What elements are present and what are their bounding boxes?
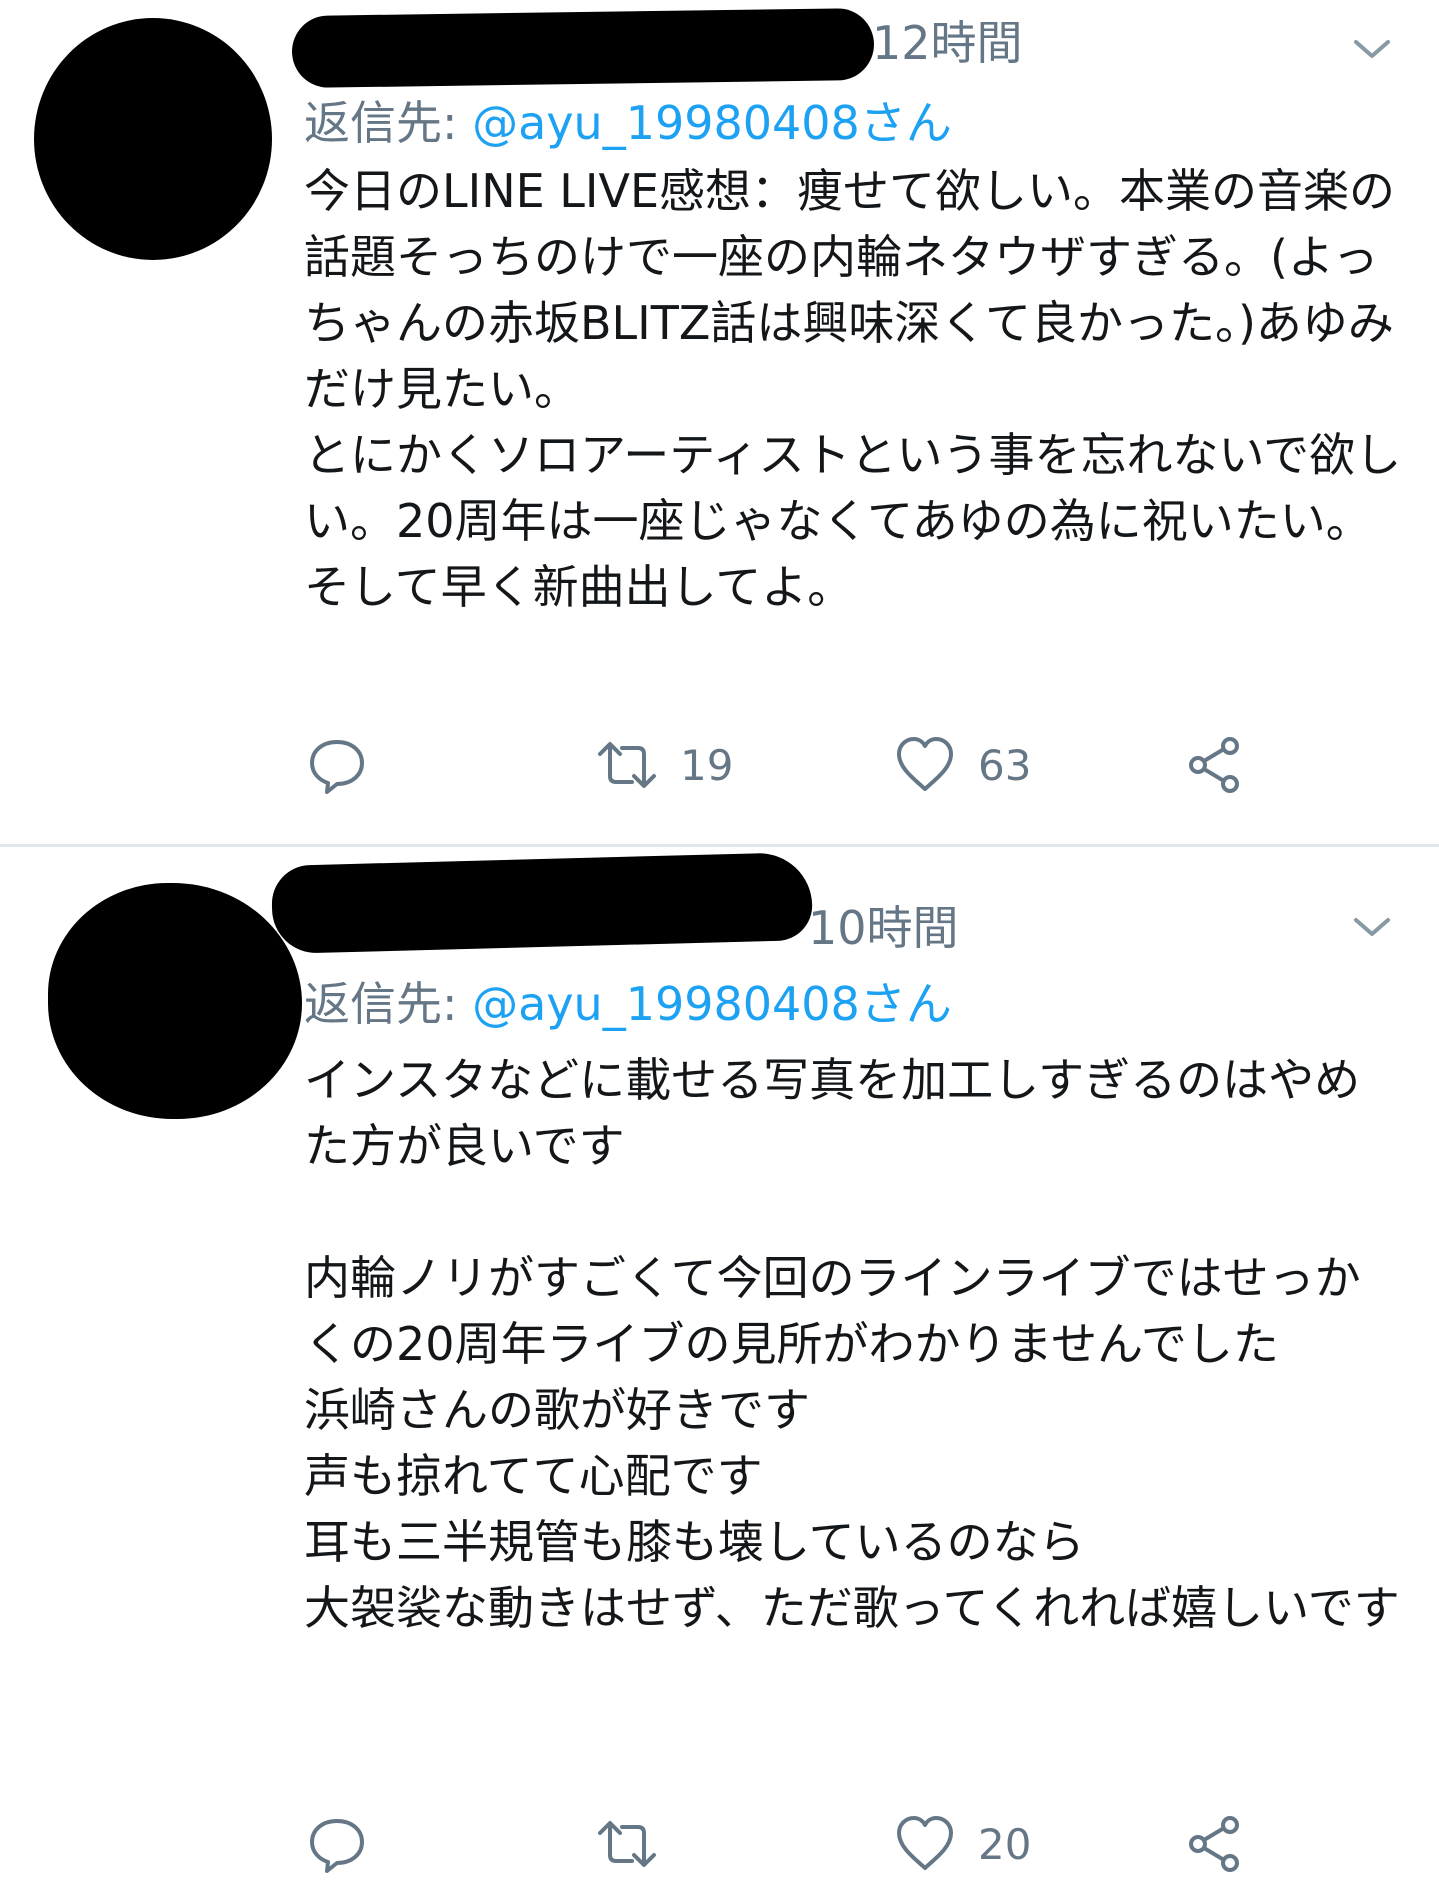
retweet-count: 19 bbox=[680, 740, 734, 790]
reply-to-line: 返信先: @ayu_19980408さん bbox=[304, 981, 952, 1027]
retweet-button[interactable] bbox=[596, 1809, 680, 1879]
share-icon bbox=[1189, 737, 1239, 793]
chevron-down-icon[interactable] bbox=[1350, 912, 1394, 942]
tweet[interactable]: 12時間 返信先: @ayu_19980408さん 今日のLINE LIVE感想… bbox=[0, 0, 1439, 845]
tweet-actions: 19 63 bbox=[304, 730, 1304, 800]
heart-icon bbox=[897, 737, 953, 791]
reply-to-handle-link[interactable]: @ayu_19980408さん bbox=[472, 96, 952, 150]
avatar[interactable] bbox=[48, 883, 302, 1119]
retweet-icon bbox=[598, 742, 656, 788]
retweet-button[interactable]: 19 bbox=[596, 730, 733, 800]
retweet-icon bbox=[598, 1821, 656, 1867]
tweet-text: 今日のLINE LIVE感想：痩せて欲しい。本業の音楽の話題そっちのけで一座の内… bbox=[304, 164, 1402, 614]
tweet-timestamp[interactable]: 12時間 bbox=[872, 20, 1023, 66]
share-icon bbox=[1189, 1816, 1239, 1872]
reply-to-label: 返信先: bbox=[304, 977, 473, 1031]
chevron-down-icon[interactable] bbox=[1350, 34, 1394, 64]
heart-icon bbox=[897, 1816, 953, 1870]
tweet-actions: 20 bbox=[304, 1809, 1304, 1879]
like-button[interactable]: 63 bbox=[894, 730, 1031, 800]
reply-icon bbox=[310, 1819, 364, 1873]
avatar[interactable] bbox=[34, 18, 272, 260]
tweet-timestamp[interactable]: 10時間 bbox=[808, 905, 959, 951]
share-button[interactable] bbox=[1184, 1809, 1246, 1879]
tweet[interactable]: 10時間 返信先: @ayu_19980408さん インスタなどに載せる写真を加… bbox=[0, 847, 1439, 1884]
redacted-user-name bbox=[270, 851, 814, 955]
redacted-user-name bbox=[291, 7, 875, 89]
share-button[interactable] bbox=[1184, 730, 1246, 800]
like-button[interactable]: 20 bbox=[894, 1809, 1031, 1879]
reply-button[interactable] bbox=[306, 1809, 368, 1879]
like-count: 20 bbox=[978, 1819, 1032, 1869]
reply-to-line: 返信先: @ayu_19980408さん bbox=[304, 100, 952, 146]
reply-to-handle-link[interactable]: @ayu_19980408さん bbox=[472, 977, 952, 1031]
reply-button[interactable] bbox=[306, 730, 368, 800]
like-count: 63 bbox=[978, 740, 1032, 790]
tweet-text: インスタなどに載せる写真を加工しすぎるのはやめた方が良いです 内輪ノリがすごくて… bbox=[304, 1053, 1400, 1635]
reply-icon bbox=[310, 740, 364, 794]
reply-to-label: 返信先: bbox=[304, 96, 473, 150]
